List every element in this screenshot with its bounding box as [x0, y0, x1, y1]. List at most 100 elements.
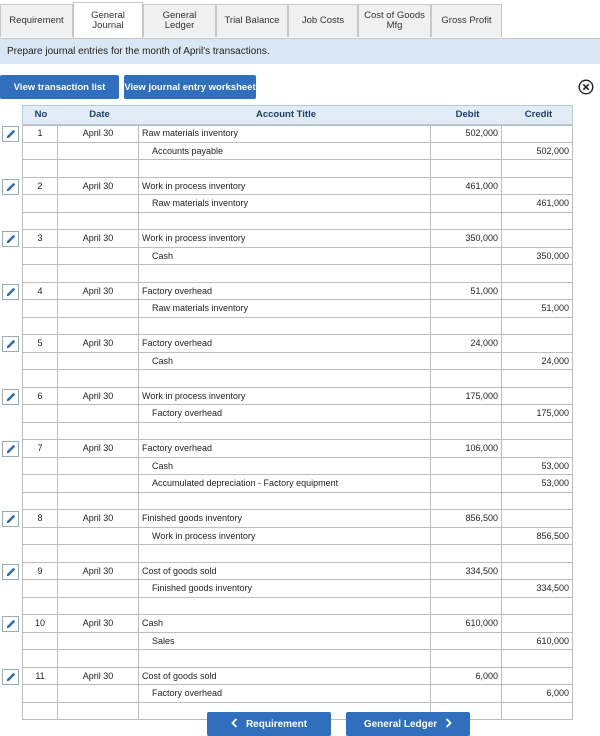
- debit-cell[interactable]: 350,000: [431, 230, 502, 248]
- account-title-cell[interactable]: [139, 160, 431, 178]
- account-title-cell[interactable]: Cost of goods sold: [139, 562, 431, 580]
- account-title-cell[interactable]: Factory overhead: [139, 440, 431, 458]
- account-title-cell[interactable]: Finished goods inventory: [139, 510, 431, 528]
- credit-cell[interactable]: 51,000: [502, 300, 573, 318]
- account-title-cell[interactable]: [139, 597, 431, 615]
- debit-cell[interactable]: 106,000: [431, 440, 502, 458]
- credit-cell[interactable]: [502, 702, 573, 720]
- account-title-cell[interactable]: Factory overhead: [139, 282, 431, 300]
- account-title-cell[interactable]: [139, 650, 431, 668]
- debit-cell[interactable]: [431, 632, 502, 650]
- account-title-cell[interactable]: Finished goods inventory: [139, 580, 431, 598]
- account-title-cell[interactable]: Factory overhead: [139, 405, 431, 423]
- account-title-cell[interactable]: Cash: [139, 457, 431, 475]
- debit-cell[interactable]: 502,000: [431, 125, 502, 143]
- account-title-cell[interactable]: Accounts payable: [139, 142, 431, 160]
- account-title-cell[interactable]: Work in process inventory: [139, 527, 431, 545]
- tab-trial-balance[interactable]: Trial Balance: [216, 4, 288, 37]
- credit-cell[interactable]: 350,000: [502, 247, 573, 265]
- view-transaction-list-button[interactable]: View transaction list: [0, 75, 119, 99]
- tab-general-ledger[interactable]: General Ledger: [143, 4, 216, 37]
- credit-cell[interactable]: [502, 615, 573, 633]
- debit-cell[interactable]: [431, 247, 502, 265]
- credit-cell[interactable]: 24,000: [502, 352, 573, 370]
- debit-cell[interactable]: [431, 422, 502, 440]
- credit-cell[interactable]: 334,500: [502, 580, 573, 598]
- debit-cell[interactable]: 51,000: [431, 282, 502, 300]
- debit-cell[interactable]: 6,000: [431, 667, 502, 685]
- account-title-cell[interactable]: Cash: [139, 615, 431, 633]
- credit-cell[interactable]: [502, 597, 573, 615]
- account-title-cell[interactable]: Work in process inventory: [139, 177, 431, 195]
- account-title-cell[interactable]: [139, 265, 431, 283]
- view-journal-entry-worksheet-button[interactable]: View journal entry worksheet: [124, 75, 256, 99]
- debit-cell[interactable]: [431, 300, 502, 318]
- credit-cell[interactable]: 610,000: [502, 632, 573, 650]
- debit-cell[interactable]: 610,000: [431, 615, 502, 633]
- debit-cell[interactable]: [431, 370, 502, 388]
- credit-cell[interactable]: [502, 230, 573, 248]
- credit-cell[interactable]: 502,000: [502, 142, 573, 160]
- debit-cell[interactable]: [431, 527, 502, 545]
- account-title-cell[interactable]: Raw materials inventory: [139, 125, 431, 143]
- credit-cell[interactable]: [502, 440, 573, 458]
- credit-cell[interactable]: 175,000: [502, 405, 573, 423]
- debit-cell[interactable]: [431, 457, 502, 475]
- credit-cell[interactable]: 856,500: [502, 527, 573, 545]
- credit-cell[interactable]: [502, 317, 573, 335]
- debit-cell[interactable]: [431, 212, 502, 230]
- account-title-cell[interactable]: [139, 492, 431, 510]
- credit-cell[interactable]: [502, 177, 573, 195]
- account-title-cell[interactable]: Raw materials inventory: [139, 195, 431, 213]
- debit-cell[interactable]: [431, 475, 502, 493]
- credit-cell[interactable]: [502, 492, 573, 510]
- close-icon[interactable]: [578, 79, 594, 95]
- debit-cell[interactable]: [431, 492, 502, 510]
- debit-cell[interactable]: 334,500: [431, 562, 502, 580]
- account-title-cell[interactable]: [139, 545, 431, 563]
- credit-cell[interactable]: [502, 335, 573, 353]
- credit-cell[interactable]: [502, 667, 573, 685]
- tab-job-costs[interactable]: Job Costs: [288, 4, 358, 37]
- debit-cell[interactable]: 461,000: [431, 177, 502, 195]
- account-title-cell[interactable]: [139, 422, 431, 440]
- credit-cell[interactable]: 461,000: [502, 195, 573, 213]
- debit-cell[interactable]: [431, 580, 502, 598]
- credit-cell[interactable]: [502, 265, 573, 283]
- credit-cell[interactable]: 53,000: [502, 457, 573, 475]
- credit-cell[interactable]: [502, 387, 573, 405]
- tab-gross-profit[interactable]: Gross Profit: [431, 4, 502, 37]
- account-title-cell[interactable]: [139, 317, 431, 335]
- next-general-ledger-button[interactable]: General Ledger: [346, 712, 470, 736]
- account-title-cell[interactable]: Factory overhead: [139, 335, 431, 353]
- tab-general-journal[interactable]: General Journal: [73, 2, 143, 38]
- account-title-cell[interactable]: Cash: [139, 352, 431, 370]
- debit-cell[interactable]: [431, 195, 502, 213]
- debit-cell[interactable]: [431, 597, 502, 615]
- credit-cell[interactable]: [502, 510, 573, 528]
- tab-requirement[interactable]: Requirement: [0, 4, 73, 37]
- credit-cell[interactable]: [502, 125, 573, 143]
- debit-cell[interactable]: 24,000: [431, 335, 502, 353]
- credit-cell[interactable]: [502, 650, 573, 668]
- debit-cell[interactable]: [431, 685, 502, 703]
- debit-cell[interactable]: [431, 545, 502, 563]
- debit-cell[interactable]: 175,000: [431, 387, 502, 405]
- debit-cell[interactable]: [431, 160, 502, 178]
- credit-cell[interactable]: [502, 212, 573, 230]
- credit-cell[interactable]: 6,000: [502, 685, 573, 703]
- credit-cell[interactable]: [502, 370, 573, 388]
- account-title-cell[interactable]: Cash: [139, 247, 431, 265]
- account-title-cell[interactable]: Sales: [139, 632, 431, 650]
- debit-cell[interactable]: [431, 352, 502, 370]
- credit-cell[interactable]: [502, 282, 573, 300]
- debit-cell[interactable]: [431, 405, 502, 423]
- account-title-cell[interactable]: Raw materials inventory: [139, 300, 431, 318]
- account-title-cell[interactable]: Accumulated depreciation - Factory equip…: [139, 475, 431, 493]
- debit-cell[interactable]: [431, 650, 502, 668]
- debit-cell[interactable]: [431, 317, 502, 335]
- credit-cell[interactable]: [502, 545, 573, 563]
- credit-cell[interactable]: [502, 562, 573, 580]
- debit-cell[interactable]: [431, 265, 502, 283]
- credit-cell[interactable]: 53,000: [502, 475, 573, 493]
